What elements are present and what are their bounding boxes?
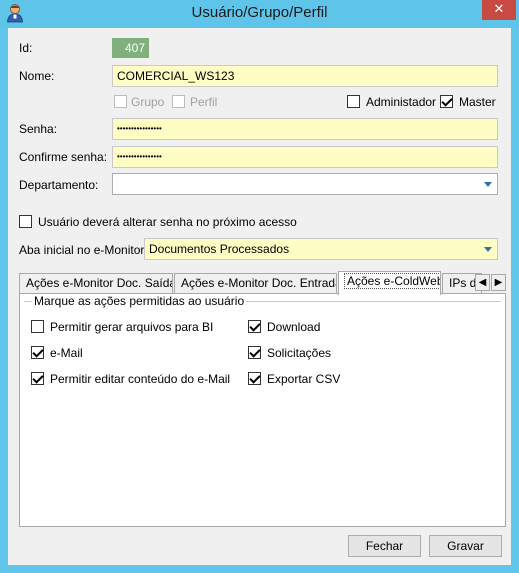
close-button[interactable]: ✕ xyxy=(482,0,516,20)
confirme-senha-label: Confirme senha: xyxy=(19,150,108,164)
alterar-senha-label: Usuário deverá alterar senha no próximo … xyxy=(38,215,297,229)
fechar-button[interactable]: Fechar xyxy=(348,535,421,557)
chevron-down-icon[interactable] xyxy=(481,241,495,257)
perfil-checkbox[interactable] xyxy=(172,95,185,108)
tab-acoes-emonitor-saida[interactable]: Ações e-Monitor Doc. Saída xyxy=(19,273,173,294)
action-label-bi: Permitir gerar arquivos para BI xyxy=(50,320,214,334)
action-checkbox-editar-email[interactable] xyxy=(31,372,44,385)
grupo-checkbox[interactable] xyxy=(114,95,127,108)
administrador-label: Administador xyxy=(366,95,437,109)
master-checkbox[interactable] xyxy=(440,95,453,108)
tab-acoes-ecoldweb[interactable]: Ações e-ColdWeb xyxy=(338,271,441,295)
action-checkbox-download[interactable] xyxy=(248,320,261,333)
actions-groupbox: Marque as ações permitidas ao usuário xyxy=(24,294,501,308)
action-checkbox-bi[interactable] xyxy=(31,320,44,333)
tab-panel: Marque as ações permitidas ao usuário Pe… xyxy=(19,293,506,527)
action-label-download: Download xyxy=(267,320,321,334)
group-title: Marque as ações permitidas ao usuário xyxy=(32,294,247,308)
tab-label: Ações e-ColdWeb xyxy=(344,273,440,289)
id-label: Id: xyxy=(19,41,33,55)
aba-inicial-label: Aba inicial no e-Monitor: xyxy=(19,243,148,257)
aba-inicial-dropdown[interactable]: Documentos Processados xyxy=(144,238,498,260)
master-label: Master xyxy=(459,95,496,109)
perfil-label: Perfil xyxy=(190,95,218,109)
tab-strip: Ações e-Monitor Doc. Saída Ações e-Monit… xyxy=(19,271,506,295)
dialog-window: Usuário/Grupo/Perfil ✕ Id: 407 Nome: COM… xyxy=(0,0,519,573)
window-title: Usuário/Grupo/Perfil xyxy=(191,4,328,21)
title-bar[interactable]: Usuário/Grupo/Perfil ✕ xyxy=(0,0,519,27)
tab-acoes-emonitor-entrada[interactable]: Ações e-Monitor Doc. Entrada xyxy=(174,273,337,294)
id-value: 407 xyxy=(112,38,149,58)
chevron-left-icon[interactable]: ◀ xyxy=(475,274,490,291)
departamento-dropdown[interactable] xyxy=(112,173,498,195)
form-area: Id: 407 Nome: COMERCIAL_WS123 Grupo Perf… xyxy=(8,28,511,565)
departamento-label: Departamento: xyxy=(19,178,99,192)
grupo-label: Grupo xyxy=(131,95,165,109)
aba-inicial-value: Documentos Processados xyxy=(149,242,290,256)
action-label-email: e-Mail xyxy=(50,346,83,360)
nome-label: Nome: xyxy=(19,69,55,83)
chevron-down-icon[interactable] xyxy=(481,176,495,192)
action-label-editar-email: Permitir editar conteúdo do e-Mail xyxy=(50,372,231,386)
action-checkbox-solicitacoes[interactable] xyxy=(248,346,261,359)
chevron-right-icon[interactable]: ▶ xyxy=(491,274,506,291)
nome-field[interactable]: COMERCIAL_WS123 xyxy=(112,65,498,87)
administrador-checkbox[interactable] xyxy=(347,95,360,108)
action-label-solicitacoes: Solicitações xyxy=(267,346,332,360)
action-checkbox-exportar-csv[interactable] xyxy=(248,372,261,385)
tab-label: Ações e-Monitor Doc. Saída xyxy=(26,276,173,290)
senha-field[interactable]: •••••••••••••••• xyxy=(112,118,498,140)
tab-label: Ações e-Monitor Doc. Entrada xyxy=(181,276,337,290)
senha-label: Senha: xyxy=(19,122,58,136)
action-label-exportar-csv: Exportar CSV xyxy=(267,372,341,386)
confirme-senha-field[interactable]: •••••••••••••••• xyxy=(112,146,498,168)
alterar-senha-checkbox[interactable] xyxy=(19,215,32,228)
gravar-button[interactable]: Gravar xyxy=(429,535,502,557)
action-checkbox-email[interactable] xyxy=(31,346,44,359)
